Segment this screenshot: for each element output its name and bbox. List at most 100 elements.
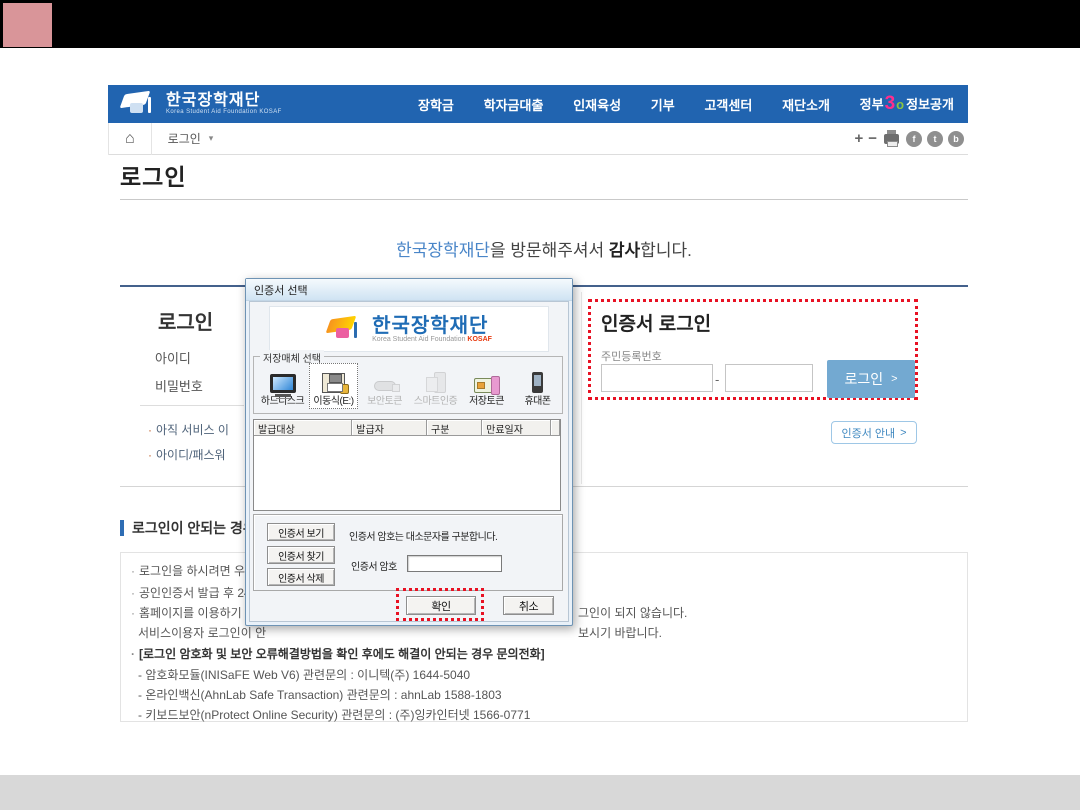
ok-button[interactable]: 확인 bbox=[406, 596, 476, 615]
help-line-3-right: 그인이 되지 않습니다. bbox=[578, 604, 687, 621]
guide-button-label: 인증서 안내 bbox=[841, 425, 895, 441]
bullet-icon: · bbox=[148, 448, 152, 462]
delete-certificate-button[interactable]: 인증서 삭제 bbox=[267, 568, 335, 586]
password-case-note: 인증서 암호는 대소문자를 구분합니다. bbox=[349, 528, 497, 543]
help-line-4-right: 보시기 바랍니다. bbox=[578, 624, 662, 641]
breadcrumb-bar: ⌂ 로그인 ▾ + − f t b bbox=[108, 123, 968, 155]
smartphone-card-icon bbox=[434, 372, 446, 393]
help-contact-1: - 암호화모듈(INISaFE Web V6) 관련문의 : 이니텍(주) 16… bbox=[138, 666, 470, 683]
nav-item-talent[interactable]: 인재육성 bbox=[573, 95, 621, 114]
help-line-1-text: 로그인을 하시려면 우선 bbox=[139, 564, 256, 578]
lock-icon bbox=[340, 384, 349, 394]
graduation-cap-icon bbox=[120, 91, 158, 117]
bullet-icon: · bbox=[131, 586, 135, 600]
certificate-table-header: 발급대상 발급자 구분 만료일자 bbox=[254, 420, 560, 436]
breadcrumb-current-dropdown[interactable]: 로그인 ▾ bbox=[151, 123, 230, 155]
graduation-cap-icon bbox=[326, 316, 364, 342]
col-category[interactable]: 구분 bbox=[427, 420, 482, 436]
usb-token-icon bbox=[374, 381, 396, 391]
storage-media-group: 저장매체 선택 하드디스크 이동식(E:) 보안토큰 스마트인증 bbox=[253, 356, 563, 414]
font-reduce-button[interactable]: − bbox=[868, 131, 877, 146]
arrow-right-icon: > bbox=[891, 373, 897, 385]
certificate-password-label: 인증서 암호 bbox=[351, 558, 397, 573]
certificate-guide-button[interactable]: 인증서 안내 > bbox=[831, 421, 917, 444]
cancel-button[interactable]: 취소 bbox=[503, 596, 554, 615]
media-label: 보안토큰 bbox=[367, 396, 402, 408]
facebook-icon[interactable]: f bbox=[906, 131, 922, 147]
pink-accent-square bbox=[3, 3, 52, 47]
media-security-token[interactable]: 보안토큰 bbox=[360, 363, 409, 409]
site-header: 한국장학재단 Korea Student Aid Foundation KOSA… bbox=[108, 85, 968, 123]
certificate-login-title: 인증서 로그인 bbox=[601, 309, 711, 336]
media-hard-disk[interactable]: 하드디스크 bbox=[258, 363, 307, 409]
chevron-down-icon: ▾ bbox=[209, 133, 214, 144]
media-smart-auth[interactable]: 스마트인증 bbox=[411, 363, 460, 409]
gov30-logo-ring: o bbox=[896, 97, 904, 112]
storage-media-row: 하드디스크 이동식(E:) 보안토큰 스마트인증 저장토큰 bbox=[258, 363, 562, 409]
login-note-2-text: 아이디/패스워 bbox=[156, 448, 226, 462]
nav-item-foundation-intro[interactable]: 재단소개 bbox=[782, 95, 830, 114]
blog-icon[interactable]: b bbox=[948, 131, 964, 147]
certificate-password-group: 인증서 보기 인증서 찾기 인증서 삭제 인증서 암호는 대소문자를 구분합니다… bbox=[253, 514, 563, 591]
bullet-icon: · bbox=[131, 606, 135, 620]
certificate-login-button[interactable]: 로그인 > bbox=[827, 360, 915, 398]
nav-item-student-loan[interactable]: 학자금대출 bbox=[484, 95, 544, 114]
site-logo[interactable]: 한국장학재단 Korea Student Aid Foundation KOSA… bbox=[108, 91, 358, 117]
twitter-icon[interactable]: t bbox=[927, 131, 943, 147]
nav-item-customer-center[interactable]: 고객센터 bbox=[704, 95, 752, 114]
page-title: 로그인 bbox=[120, 158, 186, 192]
main-nav: 장학금 학자금대출 인재육성 기부 고객센터 재단소개 정부 3 o 정보공개 bbox=[358, 93, 968, 115]
print-icon[interactable] bbox=[884, 134, 899, 144]
help-line-2: ·공인인증서 발급 후 24시 bbox=[131, 584, 262, 601]
rrn-back-input[interactable] bbox=[725, 364, 813, 392]
view-certificate-button[interactable]: 인증서 보기 bbox=[267, 523, 335, 541]
mobile-phone-icon bbox=[532, 372, 543, 393]
logo-subtitle: Korea Student Aid Foundation KOSAF bbox=[166, 109, 282, 115]
media-mobile-phone[interactable]: 휴대폰 bbox=[513, 363, 562, 409]
help-contact-2: - 온라인백신(AhnLab Safe Transaction) 관련문의 : … bbox=[138, 686, 502, 703]
media-label: 하드디스크 bbox=[261, 396, 305, 408]
id-label: 아이디 bbox=[155, 348, 191, 367]
login-note-1-text: 아직 서비스 이 bbox=[156, 423, 229, 437]
rrn-dash: - bbox=[715, 372, 719, 387]
dialog-title: 인증서 선택 bbox=[254, 282, 308, 298]
login-button-label: 로그인 bbox=[844, 369, 883, 389]
welcome-brand: 한국장학재단 bbox=[396, 241, 490, 260]
col-expiry-date[interactable]: 만료일자 bbox=[482, 420, 551, 436]
gov-suffix: 정보공개 bbox=[906, 94, 954, 113]
rrn-front-input[interactable] bbox=[601, 364, 713, 392]
panel-vertical-divider bbox=[581, 292, 582, 484]
rrn-label: 주민등록번호 bbox=[601, 348, 662, 364]
arrow-right-icon: > bbox=[900, 427, 906, 439]
find-certificate-button[interactable]: 인증서 찾기 bbox=[267, 546, 335, 564]
media-storage-token[interactable]: 저장토큰 bbox=[462, 363, 511, 409]
welcome-middle: 을 방문해주셔서 bbox=[490, 241, 609, 260]
dialog-titlebar[interactable]: 인증서 선택 bbox=[246, 279, 572, 301]
nav-item-gov30-disclosure[interactable]: 정부 3 o 정보공개 bbox=[860, 93, 954, 115]
home-icon: ⌂ bbox=[125, 131, 135, 147]
bullet-icon: · bbox=[148, 423, 152, 437]
login-left-divider bbox=[140, 405, 244, 406]
login-note-1: · 아직 서비스 이 bbox=[148, 421, 229, 438]
media-label: 휴대폰 bbox=[524, 396, 550, 408]
nav-item-donation[interactable]: 기부 bbox=[651, 95, 675, 114]
font-enlarge-button[interactable]: + bbox=[854, 131, 863, 146]
dialog-kosaf-logo: 한국장학재단 Korea Student Aid Foundation KOSA… bbox=[269, 306, 549, 352]
nav-item-scholarship[interactable]: 장학금 bbox=[418, 95, 454, 114]
certificate-password-input[interactable] bbox=[407, 555, 502, 572]
breadcrumb-home[interactable]: ⌂ bbox=[108, 123, 151, 155]
media-removable-drive[interactable]: 이동식(E:) bbox=[309, 363, 358, 409]
page-canvas: 한국장학재단 Korea Student Aid Foundation KOSA… bbox=[0, 0, 1080, 810]
removable-disk-icon bbox=[322, 373, 345, 393]
col-issued-to[interactable]: 발급대상 bbox=[254, 420, 352, 436]
certificate-select-dialog: 인증서 선택 한국장학재단 Korea Student Aid Foundati… bbox=[245, 278, 573, 626]
help-contact-3: - 키보드보안(nProtect Online Security) 관련문의 :… bbox=[138, 706, 530, 723]
media-label: 이동식(E:) bbox=[313, 396, 353, 408]
media-label: 저장토큰 bbox=[469, 396, 504, 408]
dialog-logo-kosaf: KOSAF bbox=[467, 336, 492, 343]
gov-prefix: 정부 bbox=[860, 94, 884, 113]
storage-token-icon bbox=[474, 378, 495, 393]
footer-bar bbox=[0, 775, 1080, 810]
gov30-logo-digit: 3 bbox=[885, 93, 896, 115]
col-issuer[interactable]: 발급자 bbox=[352, 420, 427, 436]
